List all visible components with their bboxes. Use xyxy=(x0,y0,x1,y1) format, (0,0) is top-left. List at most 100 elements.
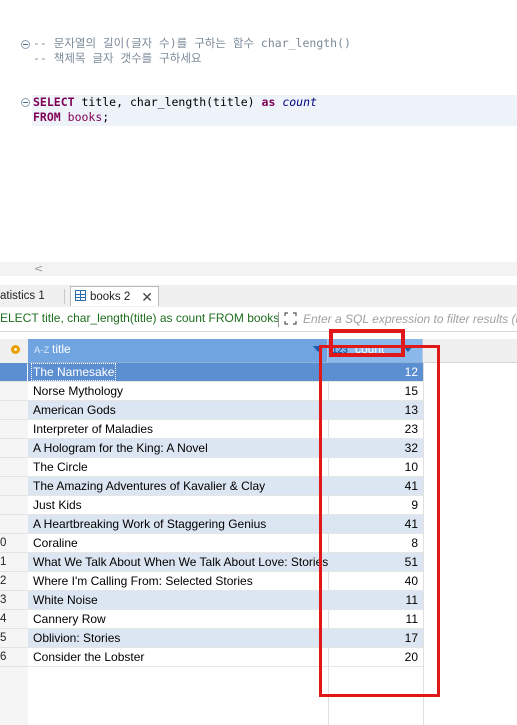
row-number[interactable]: 3 xyxy=(0,591,27,610)
table-grid-icon xyxy=(75,290,86,301)
table-row[interactable]: Coraline 8 xyxy=(28,534,423,553)
row-number[interactable]: 2 xyxy=(0,572,27,591)
scroll-left-icon[interactable]: < xyxy=(34,262,43,275)
table-row[interactable]: The Circle 10 xyxy=(28,458,423,477)
sort-arrow-icon[interactable] xyxy=(403,346,413,352)
row-number[interactable] xyxy=(0,363,27,382)
row-number[interactable]: 6 xyxy=(0,648,27,667)
filter-divider xyxy=(278,312,279,327)
cell-title[interactable]: The Circle xyxy=(33,460,88,474)
tab-statistics[interactable]: atistics 1 xyxy=(0,286,45,306)
text-type-icon: A-Z xyxy=(34,345,50,356)
fold-toggle-icon[interactable] xyxy=(21,98,30,107)
table-row[interactable]: Norse Mythology 15 xyxy=(28,382,423,401)
column-header-title[interactable]: A-Z title xyxy=(28,339,328,363)
row-number[interactable] xyxy=(0,420,27,439)
grid-corner[interactable] xyxy=(0,339,28,364)
cell-count[interactable]: 20 xyxy=(328,650,418,664)
sql-editor[interactable]: -- 문자열의 길이(글자 수)를 구하는 함수 char_length() -… xyxy=(0,0,517,262)
numeric-type-icon: 123 xyxy=(332,345,348,356)
cell-count[interactable]: 10 xyxy=(328,460,418,474)
column-header-count-label: count xyxy=(355,342,385,356)
cell-count[interactable]: 11 xyxy=(328,593,418,607)
cell-title[interactable]: A Hologram for the King: A Novel xyxy=(33,441,208,455)
cell-count[interactable]: 8 xyxy=(328,536,418,550)
row-number[interactable] xyxy=(0,439,27,458)
sql-comment-line-1: -- 문자열의 길이(글자 수)를 구하는 함수 char_length() xyxy=(33,36,351,50)
table-row[interactable]: American Gods 13 xyxy=(28,401,423,420)
sql-alias: count xyxy=(282,95,317,109)
cell-title[interactable]: What We Talk About When We Talk About Lo… xyxy=(33,555,328,569)
cell-title[interactable]: American Gods xyxy=(33,403,116,417)
cell-count[interactable]: 11 xyxy=(328,612,418,626)
tab-statistics-label: atistics 1 xyxy=(0,290,45,302)
result-grid[interactable]: The Namesake 12 Norse Mythology 15 American … xyxy=(28,363,517,725)
row-number[interactable] xyxy=(0,496,27,515)
row-number[interactable]: 4 xyxy=(0,610,27,629)
sql-keyword-as: as xyxy=(261,95,276,109)
cell-count[interactable]: 9 xyxy=(328,498,418,512)
cell-title[interactable]: Just Kids xyxy=(33,498,82,512)
table-row[interactable]: What We Talk About When We Talk About Lo… xyxy=(28,553,423,572)
cell-title[interactable]: The Amazing Adventures of Kavalier & Cla… xyxy=(33,479,265,493)
expand-icon[interactable] xyxy=(284,312,297,325)
filter-expression-input[interactable] xyxy=(303,310,517,328)
table-row[interactable]: A Heartbreaking Work of Staggering Geniu… xyxy=(28,515,423,534)
gear-icon[interactable] xyxy=(11,345,20,354)
row-number[interactable] xyxy=(0,458,27,477)
cell-count[interactable]: 17 xyxy=(328,631,418,645)
cell-title[interactable]: Oblivion: Stories xyxy=(33,631,120,645)
fold-toggle-icon[interactable] xyxy=(21,40,30,49)
table-row[interactable]: Interpreter of Maladies 23 xyxy=(28,420,423,439)
cell-count[interactable]: 32 xyxy=(328,441,418,455)
cell-count[interactable]: 40 xyxy=(328,574,418,588)
cell-title[interactable]: Interpreter of Maladies xyxy=(33,422,153,436)
table-row[interactable]: Oblivion: Stories 17 xyxy=(28,629,423,648)
tab-books[interactable]: books 2 ✕ xyxy=(70,286,159,306)
cell-count[interactable]: 41 xyxy=(328,517,418,531)
sql-column: title, xyxy=(81,95,124,109)
cell-title[interactable]: Coraline xyxy=(33,536,78,550)
cell-count[interactable]: 15 xyxy=(328,384,418,398)
table-row[interactable]: White Noise 11 xyxy=(28,591,423,610)
table-row[interactable]: The Namesake 12 xyxy=(28,363,423,382)
table-row[interactable]: The Amazing Adventures of Kavalier & Cla… xyxy=(28,477,423,496)
cell-title[interactable]: The Namesake xyxy=(30,363,117,381)
table-row[interactable]: Just Kids 9 xyxy=(28,496,423,515)
close-icon[interactable]: ✕ xyxy=(141,287,153,307)
column-header-empty xyxy=(423,339,517,363)
cell-title[interactable]: Where I'm Calling From: Selected Stories xyxy=(33,574,253,588)
editor-horizontal-scrollbar[interactable]: < xyxy=(0,262,517,276)
row-number[interactable]: 0 xyxy=(0,534,27,553)
sort-arrow-icon[interactable] xyxy=(313,346,323,352)
tab-divider xyxy=(64,289,65,304)
cell-title[interactable]: Consider the Lobster xyxy=(33,650,144,664)
sql-select-line: SELECT title, char_length(title) as coun… xyxy=(33,95,317,110)
cell-title[interactable]: White Noise xyxy=(33,593,98,607)
row-number[interactable]: 5 xyxy=(0,629,27,648)
table-row[interactable]: Consider the Lobster 20 xyxy=(28,648,423,667)
tab-books-label: books 2 xyxy=(90,291,131,303)
table-row[interactable]: A Hologram for the King: A Novel 32 xyxy=(28,439,423,458)
column-header-title-label: title xyxy=(52,342,71,356)
cell-count[interactable]: 12 xyxy=(328,365,418,379)
row-number[interactable] xyxy=(0,401,27,420)
cell-title[interactable]: Cannery Row xyxy=(33,612,106,626)
column-header-count[interactable]: 123 count xyxy=(328,339,423,363)
row-number[interactable] xyxy=(0,515,27,534)
cell-count[interactable]: 13 xyxy=(328,403,418,417)
cell-count[interactable]: 51 xyxy=(328,555,418,569)
row-number[interactable]: 1 xyxy=(0,553,27,572)
cell-count[interactable]: 23 xyxy=(328,422,418,436)
table-row[interactable]: Where I'm Calling From: Selected Stories… xyxy=(28,572,423,591)
filter-bar: ELECT title, char_length(title) as count… xyxy=(0,307,517,332)
table-row[interactable]: Cannery Row 11 xyxy=(28,610,423,629)
sql-function: char_length(title) xyxy=(129,95,255,109)
cell-count[interactable]: 41 xyxy=(328,479,418,493)
sql-table: books xyxy=(67,110,103,124)
sql-semicolon: ; xyxy=(102,110,110,124)
row-number[interactable] xyxy=(0,477,27,496)
cell-title[interactable]: Norse Mythology xyxy=(33,384,123,398)
cell-title[interactable]: A Heartbreaking Work of Staggering Geniu… xyxy=(33,517,266,531)
row-number[interactable] xyxy=(0,382,27,401)
